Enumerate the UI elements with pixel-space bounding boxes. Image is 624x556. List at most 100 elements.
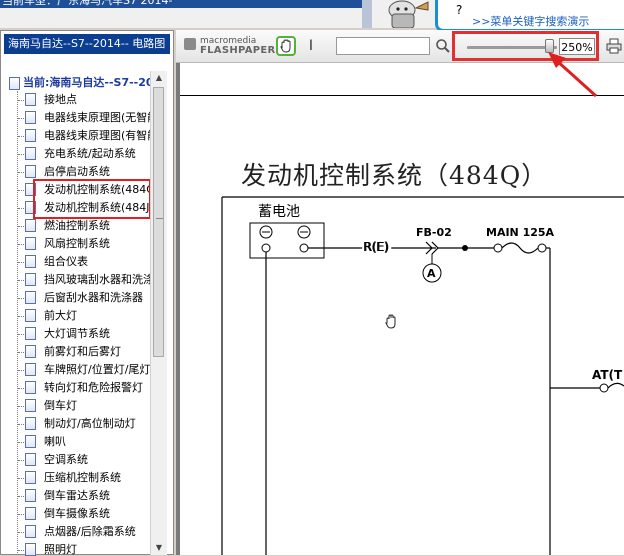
tree-item-label: 接地点 [44,93,77,106]
tree-item[interactable]: 大灯调节系统 [1,325,151,343]
page-icon [25,309,36,322]
scroll-up-button[interactable]: ▲ [151,71,167,85]
panel-title: 海南马自达--S7--2014-- 电路图 [4,34,170,54]
page-icon [9,76,20,90]
tree-item[interactable]: 燃油控制系统 [1,217,151,235]
tree-item[interactable]: 前大灯 [1,307,151,325]
tree-item-label: 倒车摄像系统 [44,507,110,520]
page-icon [25,219,36,232]
tree-root[interactable]: 当前:海南马自达--S7--2014-- 电路图 [9,74,151,90]
tree-item[interactable]: 发动机控制系统(484Q) [1,181,151,199]
tree-item-label: 前大灯 [44,309,77,322]
scroll-thumb[interactable] [153,87,164,357]
battery-label: 蓄电池 [258,204,300,220]
tree-item-label: 发动机控制系统(484Q) [44,183,151,196]
fuse1-label: FB-02 [416,226,452,239]
top-bar: 当前车型：广东海马汽车S7 2014- ? >>菜单关键字搜索演示 [0,0,624,32]
at-label: AT(T [592,368,623,382]
tree-item-label: 倒车雷达系统 [44,489,110,502]
tree-item[interactable]: 制动灯/高位制动灯 [1,415,151,433]
tree-item[interactable]: 组合仪表 [1,253,151,271]
zoom-control: 250% [452,31,599,61]
page-icon [25,147,36,160]
page-icon [25,255,36,268]
hand-tool-button[interactable] [276,36,296,56]
tree-item[interactable]: 启停启动系统 [1,163,151,181]
zoom-slider-track[interactable] [467,46,557,49]
tree-item[interactable]: 电器线束原理图(无智能) [1,109,151,127]
zoom-slider-thumb[interactable] [545,39,555,53]
page-icon [25,453,36,466]
search-input[interactable] [336,37,430,55]
car-model-title: 当前车型：广东海马汽车S7 2014- [0,0,362,8]
tree-item[interactable]: 电器线束原理图(有智能) [1,127,151,145]
tree-item[interactable]: 挡风玻璃刮水器和洗涤器 [1,271,151,289]
tree-item-label: 喇叭 [44,435,66,448]
page-icon [25,507,36,520]
wire-label-shadow: R(E) [363,240,388,254]
tree-item[interactable]: 照明灯 [1,541,151,556]
page-icon [25,543,36,556]
page-icon [25,273,36,286]
tree-item-label: 制动灯/高位制动灯 [44,417,136,430]
tree-item-label: 前雾灯和后雾灯 [44,345,121,358]
tree-item[interactable]: 转向灯和危险报警灯 [1,379,151,397]
tree-item-label: 车牌照灯/位置灯/尾灯 [44,363,151,376]
tree-items: 接地点电器线束原理图(无智能) 电器线束原理图(有智能) 充电系统/起动系统启停启动… [1,91,151,556]
page-top-edge [180,95,624,96]
print-button[interactable] [606,38,622,54]
tree-item[interactable]: 发动机控制系统(484J) [1,199,151,217]
tree-item-label: 风扇控制系统 [44,237,110,250]
page-icon [25,381,36,394]
tree-item-label: 照明灯 [44,543,77,556]
tree-item[interactable]: 接地点 [1,91,151,109]
bubble-question: ? [456,3,463,17]
search-demo-link[interactable]: >>菜单关键字搜索演示 [472,13,589,29]
page-icon [25,183,36,196]
connector-marker: A [427,267,436,280]
tree-item-label: 组合仪表 [44,255,88,268]
tree-item[interactable]: 喇叭 [1,433,151,451]
tree-item-label: 电器线束原理图(无智能) [44,111,151,124]
tree-item[interactable]: 后窗刮水器和洗涤器 [1,289,151,307]
tree-item[interactable]: 充电系统/起动系统 [1,145,151,163]
text-cursor-icon[interactable]: I [304,36,318,56]
tree-item-label: 发动机控制系统(484J) [44,201,151,214]
tree-item[interactable]: 倒车灯 [1,397,151,415]
tree-item[interactable]: 倒车雷达系统 [1,487,151,505]
page-icon [25,327,36,340]
tree-root-label: 当前:海南马自达--S7--2014-- 电路图 [23,76,151,89]
tree-item-label: 空调系统 [44,453,88,466]
tree-item[interactable]: 倒车摄像系统 [1,505,151,523]
tree-item-label: 启停启动系统 [44,165,110,178]
viewer-toolbar: macromedia FLASHPAPER I 250% [176,30,624,63]
tree-item-label: 燃油控制系统 [44,219,110,232]
hand-cursor-icon [385,314,396,329]
tree-item-label: 压缩机控制系统 [44,471,121,484]
tree-item-label: 挡风玻璃刮水器和洗涤器 [44,273,151,286]
tree-item-label: 点烟器/后除霜系统 [44,525,136,538]
page-icon [25,399,36,412]
tree-item[interactable]: 车牌照灯/位置灯/尾灯 [1,361,151,379]
page-icon [25,165,36,178]
tree-item-label: 大灯调节系统 [44,327,110,340]
page-icon [25,525,36,538]
search-demo-bubble: ? >>菜单关键字搜索演示 [435,0,624,32]
tree-item[interactable]: 压缩机控制系统 [1,469,151,487]
tree-item[interactable]: 空调系统 [1,451,151,469]
divider [362,0,372,28]
flashpaper-logo: macromedia FLASHPAPER [184,36,275,56]
tree-scrollbar[interactable]: ▲ ▼ [150,71,167,555]
wiring-diagram[interactable]: 蓄电池 R(E) R(E) FB-02 A MAIN 125A AT(T [176,180,624,555]
tree-item[interactable]: 风扇控制系统 [1,235,151,253]
scroll-down-button[interactable]: ▼ [151,541,167,555]
left-panel: 海南马自达--S7--2014-- 电路图 当前:海南马自达--S7--2014… [0,30,174,556]
tree-item[interactable]: 点烟器/后除霜系统 [1,523,151,541]
page-icon [25,345,36,358]
tree-item[interactable]: 前雾灯和后雾灯 [1,343,151,361]
search-button[interactable] [434,37,452,55]
print-icon [606,38,622,54]
page-icon [25,291,36,304]
page-icon [25,363,36,376]
zoom-value[interactable]: 250% [559,38,595,55]
